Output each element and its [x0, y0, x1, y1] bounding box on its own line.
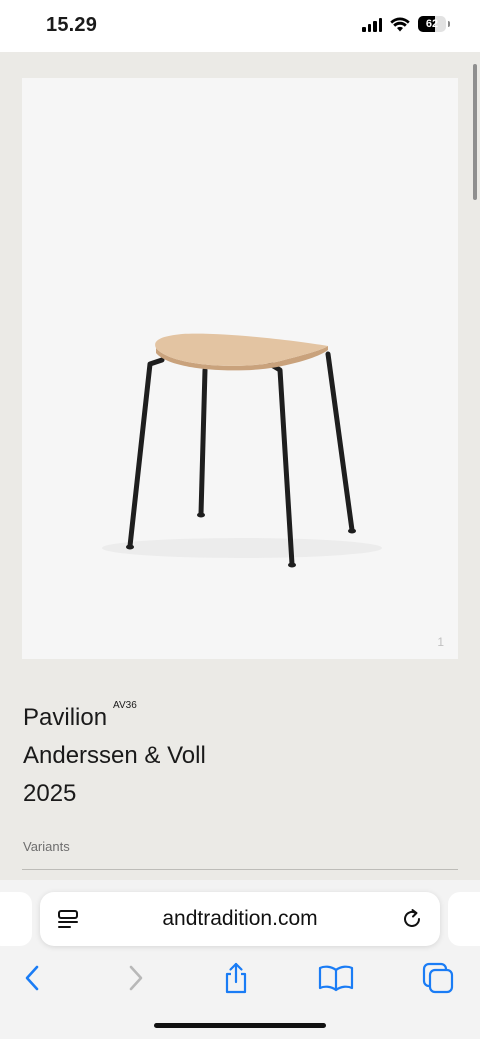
forward-button[interactable] — [118, 960, 154, 996]
image-index: 1 — [437, 635, 444, 649]
browser-toolbar: andtradition.com — [0, 880, 480, 1039]
previous-tab-preview[interactable] — [0, 892, 32, 946]
divider — [22, 869, 458, 870]
page-scrollbar[interactable] — [473, 64, 477, 200]
web-page[interactable]: 1 Pavilion AV36 Anderssen & Voll 2025 Var… — [0, 52, 480, 892]
bookmarks-button[interactable] — [318, 960, 354, 996]
url-text[interactable]: andtradition.com — [40, 907, 440, 931]
share-icon — [225, 962, 247, 994]
battery-percent: 62 — [425, 18, 439, 30]
share-button[interactable] — [218, 960, 254, 996]
wifi-icon — [390, 17, 410, 31]
tabs-button[interactable] — [420, 960, 456, 996]
address-bar[interactable]: andtradition.com — [40, 892, 440, 946]
product-name: Pavilion — [23, 704, 108, 731]
product-image[interactable]: 1 — [22, 78, 458, 659]
next-tab-preview[interactable] — [448, 892, 480, 946]
home-indicator[interactable] — [154, 1023, 326, 1028]
battery-tip — [448, 21, 450, 27]
stool-illustration — [102, 333, 382, 568]
status-bar: 15.29 62 — [0, 0, 480, 52]
status-icons: 62 — [362, 16, 450, 32]
cellular-signal-icon — [362, 16, 382, 32]
tabs-icon — [422, 962, 454, 994]
product-title: Pavilion AV36 — [23, 700, 137, 732]
product-designer[interactable]: Anderssen & Voll — [23, 742, 206, 770]
battery-icon: 62 — [418, 16, 446, 32]
product-code: AV36 — [113, 700, 137, 711]
back-button[interactable] — [14, 960, 50, 996]
reload-icon[interactable] — [400, 907, 424, 931]
variants-label: Variants — [23, 839, 70, 854]
forward-icon — [129, 965, 143, 991]
status-time: 15.29 — [46, 14, 98, 36]
back-icon — [25, 965, 39, 991]
browser-nav-row — [0, 956, 480, 1000]
bookmarks-icon — [318, 965, 354, 992]
product-year: 2025 — [23, 780, 77, 807]
